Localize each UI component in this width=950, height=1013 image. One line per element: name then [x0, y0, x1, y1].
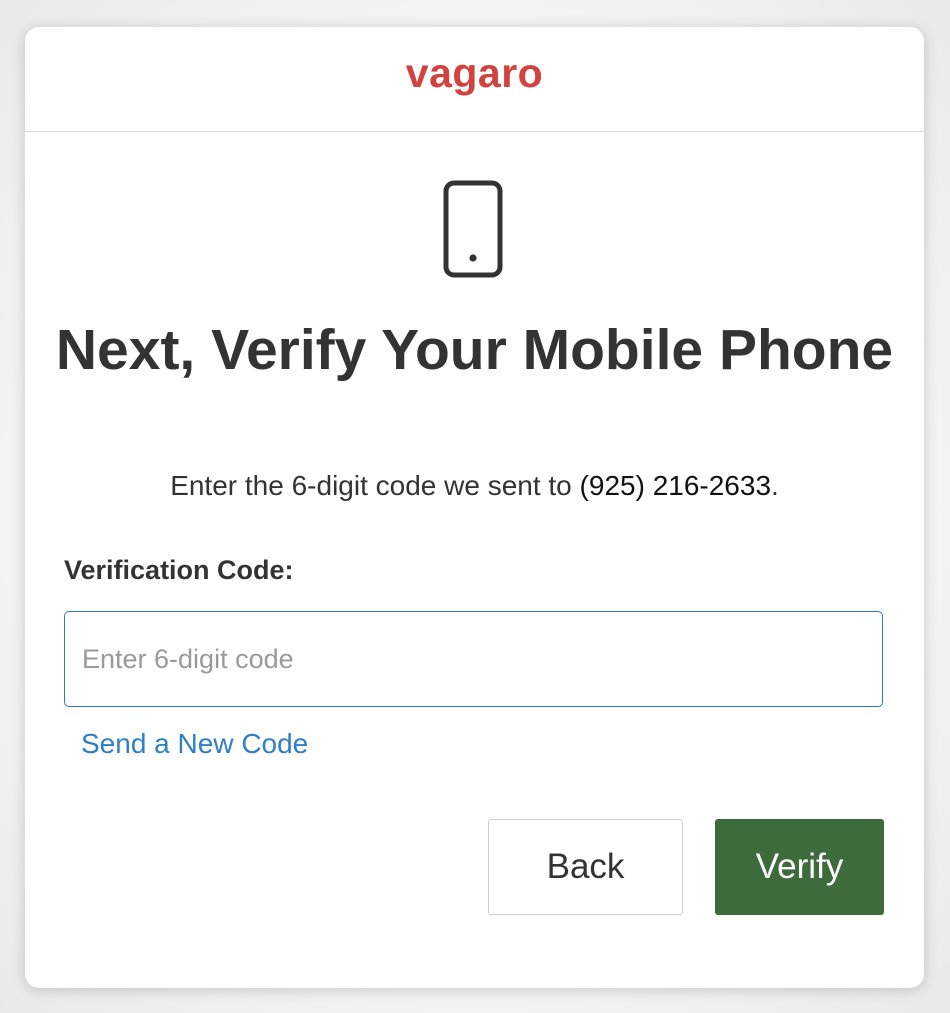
verification-dialog: vagaro Next, Verify Your Mobile Phone En…	[25, 27, 924, 988]
send-new-code-link[interactable]: Send a New Code	[81, 728, 308, 760]
dialog-header: vagaro	[25, 27, 924, 132]
back-button[interactable]: Back	[488, 819, 683, 915]
verify-button[interactable]: Verify	[715, 819, 884, 915]
verification-code-label: Verification Code:	[64, 555, 294, 585]
instruction-suffix: .	[771, 470, 779, 501]
verification-code-input[interactable]	[64, 611, 883, 707]
vagaro-logo: vagaro	[405, 49, 544, 96]
instruction-text: Enter the 6-digit code we sent to (925) …	[25, 469, 924, 503]
page-title: Next, Verify Your Mobile Phone	[55, 318, 894, 382]
mobile-phone-icon	[443, 180, 503, 278]
instruction-prefix: Enter the 6-digit code we sent to	[170, 470, 580, 501]
phone-number: (925) 216-2633	[579, 470, 772, 501]
